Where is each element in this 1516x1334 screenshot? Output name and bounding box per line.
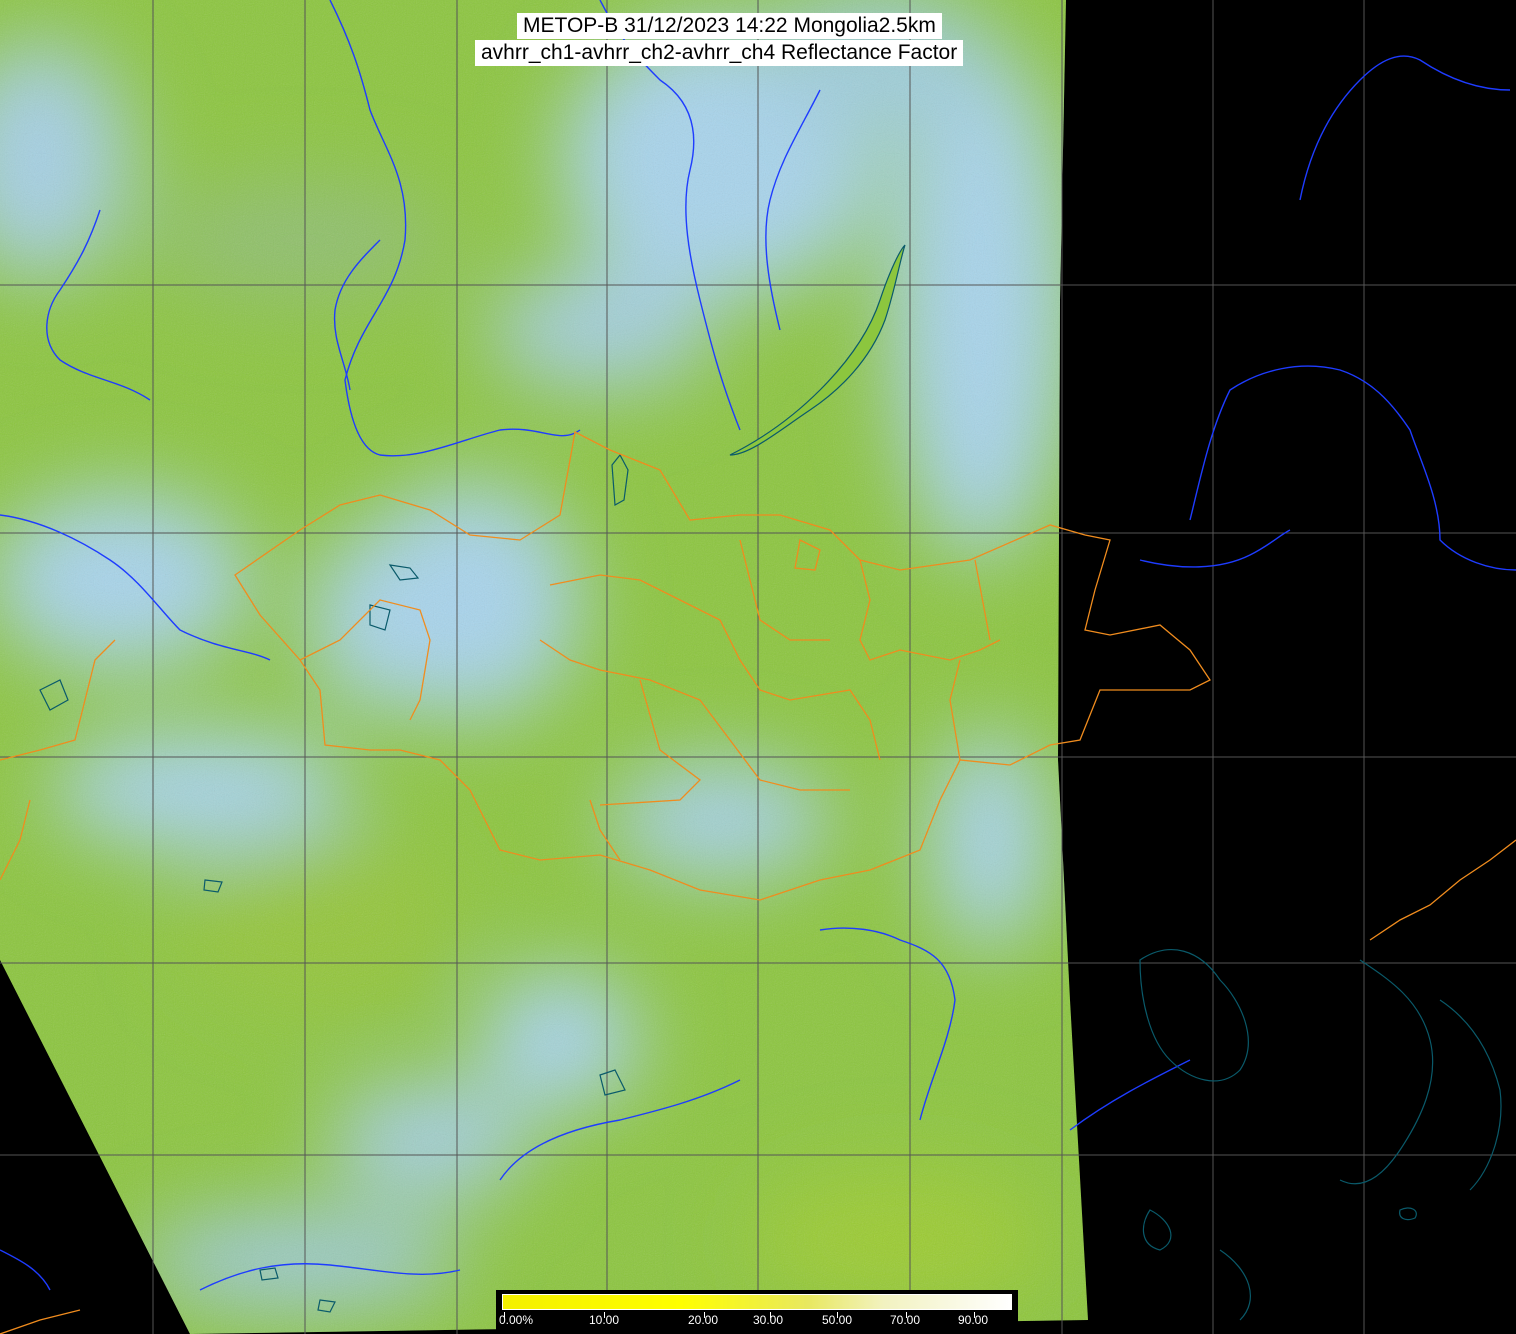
- legend-tick-label: 30.00: [753, 1313, 784, 1327]
- title-line-1: METOP-B 31/12/2023 14:22 Mongolia2.5km: [517, 13, 942, 39]
- legend-tick-label: 20.00: [688, 1313, 719, 1327]
- legend-tick-label: 0.00%: [499, 1313, 534, 1327]
- legend-tick-label: 10.00: [589, 1313, 620, 1327]
- color-scale-bar: [502, 1294, 1012, 1310]
- title-line-2: avhrr_ch1-avhrr_ch2-avhrr_ch4 Reflectanc…: [475, 40, 964, 66]
- satellite-image: [0, 0, 1516, 1334]
- legend-tick-label: 90.00: [958, 1313, 989, 1327]
- swath: [0, 0, 1088, 1334]
- satellite-map-view: METOP-B 31/12/2023 14:22 Mongolia2.5km a…: [0, 0, 1516, 1334]
- sensor-noise: [0, 0, 1088, 1334]
- legend-tick-label: 70.00: [890, 1313, 921, 1327]
- legend-tick-label: 50.00: [822, 1313, 853, 1327]
- color-scale-legend: 0.00% 10.00 20.00 30.00 50.00 70.00 90.0…: [496, 1290, 1018, 1334]
